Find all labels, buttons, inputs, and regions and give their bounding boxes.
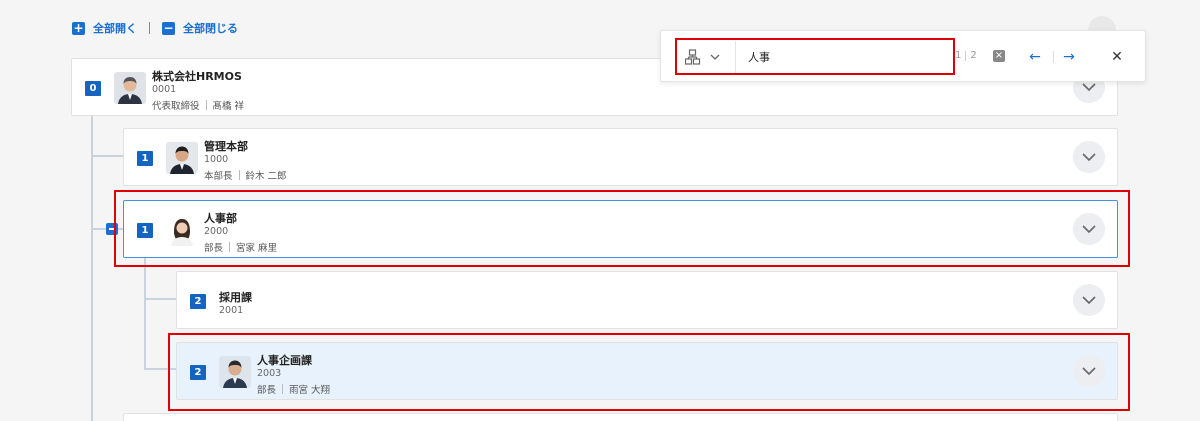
toolbar-divider [149, 22, 150, 34]
manager-name: 宮家 麻里 [236, 243, 278, 254]
total-matches: 2 [970, 50, 977, 61]
arrow-left-icon[interactable]: ← [1023, 45, 1047, 69]
avatar [166, 214, 198, 246]
node-manager: 本部長 鈴木 二郎 [204, 168, 287, 182]
manager-role: 部長 [204, 243, 224, 254]
tree-line [144, 298, 177, 300]
avatar [219, 356, 251, 388]
manager-role: 本部長 [204, 171, 233, 182]
node-name: 株式会社HRMOS [152, 70, 242, 83]
chevron-down-icon[interactable] [1073, 141, 1105, 173]
search-panel: 1 2 × ← → ✕ [660, 30, 1146, 82]
manager-name: 雨宮 大翔 [289, 385, 331, 396]
node-name: 人事部 [204, 212, 237, 225]
chevron-down-icon[interactable] [1073, 213, 1105, 245]
search-toggle-button[interactable] [1088, 16, 1116, 30]
level-badge: 2 [190, 294, 206, 309]
node-manager: 部長 宮家 麻里 [204, 240, 277, 254]
collapse-all-button[interactable]: − 全部閉じる [162, 20, 238, 36]
tree-line [91, 116, 93, 421]
node-code: 2003 [257, 368, 282, 379]
clear-search-button[interactable]: × [993, 50, 1005, 62]
tree-line [144, 258, 146, 370]
avatar [166, 142, 198, 174]
node-code: 1000 [204, 154, 229, 165]
node-name: 人事企画課 [257, 354, 312, 367]
avatar [114, 72, 146, 104]
manager-name: 髙橋 祥 [212, 101, 245, 112]
level-badge: 1 [137, 151, 153, 166]
org-node[interactable]: 2 採用課 2001 [176, 271, 1118, 329]
chevron-down-icon[interactable] [1073, 284, 1105, 316]
org-node[interactable]: 1 管理本部 1000 本部長 鈴木 二郎 [123, 128, 1118, 186]
tree-line [91, 155, 124, 157]
collapse-all-label: 全部閉じる [183, 22, 238, 35]
expand-all-button[interactable]: + 全部開く [72, 20, 137, 36]
node-manager: 代表取締役 髙橋 祥 [152, 98, 244, 112]
org-node-match[interactable]: 2 人事企画課 2003 部長 雨宮 大翔 [176, 342, 1118, 400]
minus-icon: − [162, 20, 175, 35]
level-badge: 0 [85, 81, 101, 96]
arrow-right-icon[interactable]: → [1057, 45, 1081, 69]
collapse-node-button[interactable] [106, 223, 118, 235]
manager-role: 部長 [257, 385, 277, 396]
tree-toolbar: + 全部開く − 全部閉じる [72, 20, 238, 36]
chevron-down-icon[interactable] [1073, 355, 1105, 387]
node-name: 採用課 [219, 291, 252, 304]
manager-name: 鈴木 二郎 [245, 171, 287, 182]
org-chart-icon [684, 49, 720, 65]
manager-role: 代表取締役 [152, 101, 200, 112]
node-code: 2000 [204, 226, 229, 237]
node-manager: 部長 雨宮 大翔 [257, 382, 330, 396]
org-node[interactable] [123, 413, 1118, 421]
nav-divider [1053, 51, 1054, 63]
node-code: 2001 [219, 305, 244, 316]
level-badge: 2 [190, 365, 206, 380]
level-badge: 1 [137, 223, 153, 238]
node-code: 0001 [152, 84, 177, 95]
search-input[interactable] [735, 41, 955, 73]
search-scope-select[interactable] [684, 49, 725, 65]
node-name: 管理本部 [204, 140, 248, 153]
search-result-count: 1 2 [955, 50, 977, 61]
tree-line [144, 368, 177, 370]
close-icon[interactable]: ✕ [1105, 45, 1129, 69]
plus-icon: + [72, 20, 85, 35]
current-match: 1 [955, 50, 962, 61]
org-node-selected[interactable]: 1 人事部 2000 部長 宮家 麻里 [123, 200, 1118, 258]
expand-all-label: 全部開く [93, 22, 137, 35]
